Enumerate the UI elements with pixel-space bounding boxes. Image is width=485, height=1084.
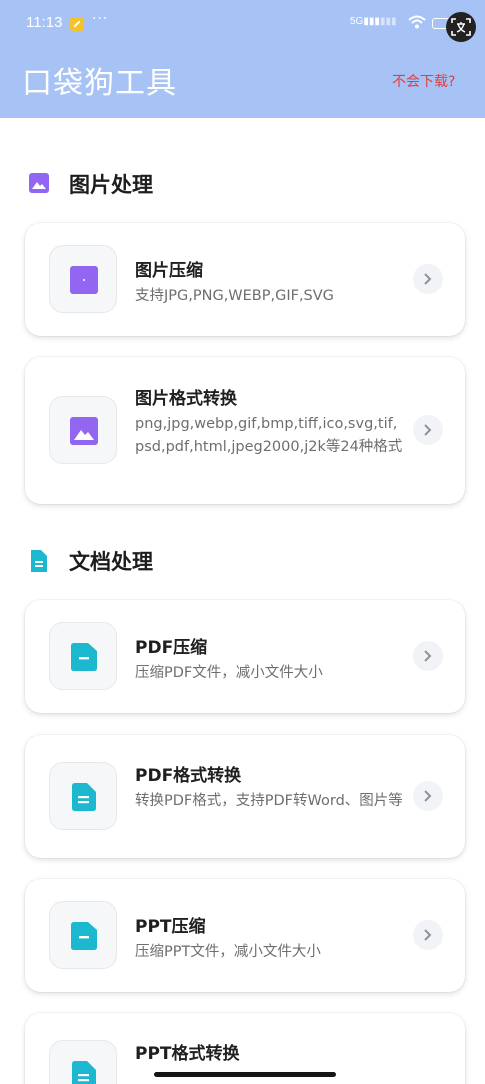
chevron-right-icon (424, 650, 432, 662)
card-image-convert[interactable]: 图片格式转换 png,jpg,webp,gif,bmp,tiff,ico,svg… (25, 357, 465, 504)
card-description: 转换PDF格式，支持PDF转Word、图片等 (135, 793, 403, 809)
signal-icon: 5G▮▮▮ (350, 16, 380, 27)
section-title: 图片处理 (69, 173, 153, 197)
status-bar: 11:13 ··· 5G▮▮▮ ▮▮▮ (0, 10, 485, 38)
card-title: PPT压缩 (135, 917, 206, 937)
card-title: PDF压缩 (135, 638, 208, 658)
card-description: 压缩PDF文件，减小文件大小 (135, 665, 323, 681)
signal-secondary-icon: ▮▮▮ (380, 16, 397, 27)
card-description: 压缩PPT文件，减小文件大小 (135, 944, 321, 960)
file-text-icon (72, 783, 96, 811)
notification-icon (70, 17, 84, 31)
card-arrow-button[interactable] (413, 415, 443, 445)
card-icon-tile (49, 1040, 117, 1084)
file-text-icon (72, 1061, 96, 1084)
chevron-right-icon (424, 790, 432, 802)
card-arrow-button[interactable] (413, 264, 443, 294)
folder-minus-icon (71, 643, 97, 671)
card-icon-tile (49, 245, 117, 313)
chevron-right-icon (424, 424, 432, 436)
home-indicator[interactable] (154, 1072, 336, 1077)
signal-label: 5G (350, 16, 364, 27)
chevron-right-icon (424, 273, 432, 285)
card-arrow-button[interactable] (413, 641, 443, 671)
square-dot-icon (70, 266, 98, 294)
card-image-compress[interactable]: 图片压缩 支持JPG,PNG,WEBP,GIF,SVG (25, 223, 465, 336)
card-arrow-button[interactable] (413, 920, 443, 950)
document-icon (31, 550, 47, 572)
screen-translate-button[interactable] (446, 12, 476, 42)
app-header: 11:13 ··· 5G▮▮▮ ▮▮▮ 口袋狗工具 不会下载? (0, 0, 485, 118)
image-icon (29, 173, 49, 193)
app-title: 口袋狗工具 (22, 66, 177, 101)
folder-minus-icon (71, 922, 97, 950)
card-title: 图片格式转换 (135, 389, 237, 409)
picture-icon (70, 417, 98, 445)
card-description: 支持JPG,PNG,WEBP,GIF,SVG (135, 288, 334, 304)
status-time: 11:13 (26, 14, 63, 31)
more-notifications-indicator: ··· (92, 11, 109, 27)
card-description: png,jpg,webp,gif,bmp,tiff,ico,svg,tif,ps… (135, 416, 403, 455)
chevron-right-icon (424, 929, 432, 941)
card-icon-tile (49, 396, 117, 464)
card-pdf-compress[interactable]: PDF压缩 压缩PDF文件，减小文件大小 (25, 600, 465, 713)
card-icon-tile (49, 622, 117, 690)
card-icon-tile (49, 901, 117, 969)
card-title: 图片压缩 (135, 261, 203, 281)
card-pdf-convert[interactable]: PDF格式转换 转换PDF格式，支持PDF转Word、图片等 (25, 735, 465, 858)
card-arrow-button[interactable] (413, 781, 443, 811)
section-title: 文档处理 (69, 550, 153, 574)
card-title: PDF格式转换 (135, 766, 242, 786)
wifi-icon (408, 15, 426, 29)
card-ppt-compress[interactable]: PPT压缩 压缩PPT文件，减小文件大小 (25, 879, 465, 992)
download-help-link[interactable]: 不会下载? (392, 71, 455, 91)
card-title: PPT格式转换 (135, 1044, 240, 1064)
card-icon-tile (49, 762, 117, 830)
translate-icon (451, 18, 471, 36)
